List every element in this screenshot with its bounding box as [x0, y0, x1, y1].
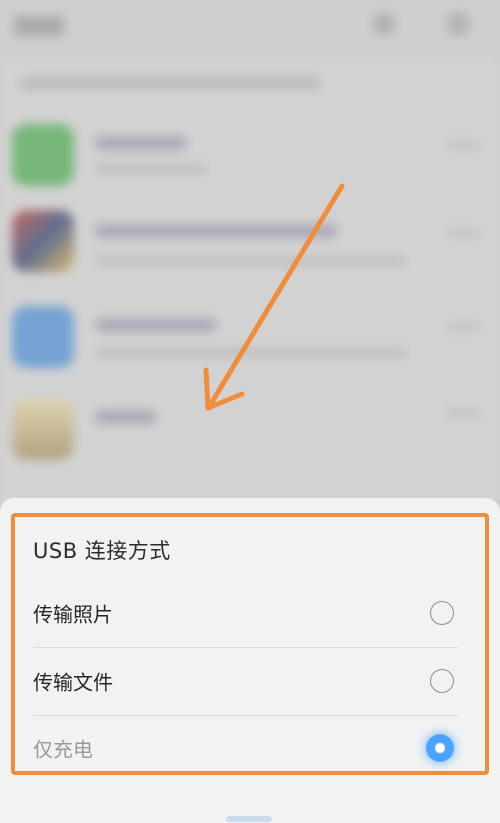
bottom-handle: [226, 816, 272, 822]
highlight-box: [11, 513, 489, 775]
